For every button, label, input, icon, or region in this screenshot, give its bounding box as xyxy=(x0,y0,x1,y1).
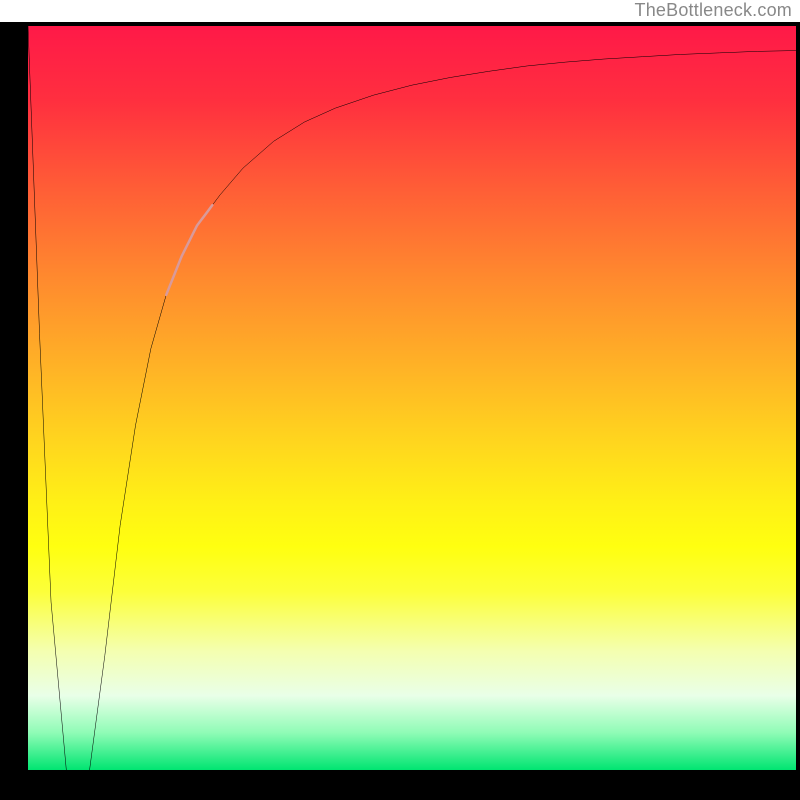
plot-frame xyxy=(0,22,800,800)
plot-area xyxy=(28,26,796,770)
chart-stage: TheBottleneck.com xyxy=(0,0,800,800)
curve-layer xyxy=(28,26,796,770)
bottleneck-curve xyxy=(28,26,796,770)
brand-watermark: TheBottleneck.com xyxy=(635,0,792,22)
highlight-segment xyxy=(166,205,212,295)
